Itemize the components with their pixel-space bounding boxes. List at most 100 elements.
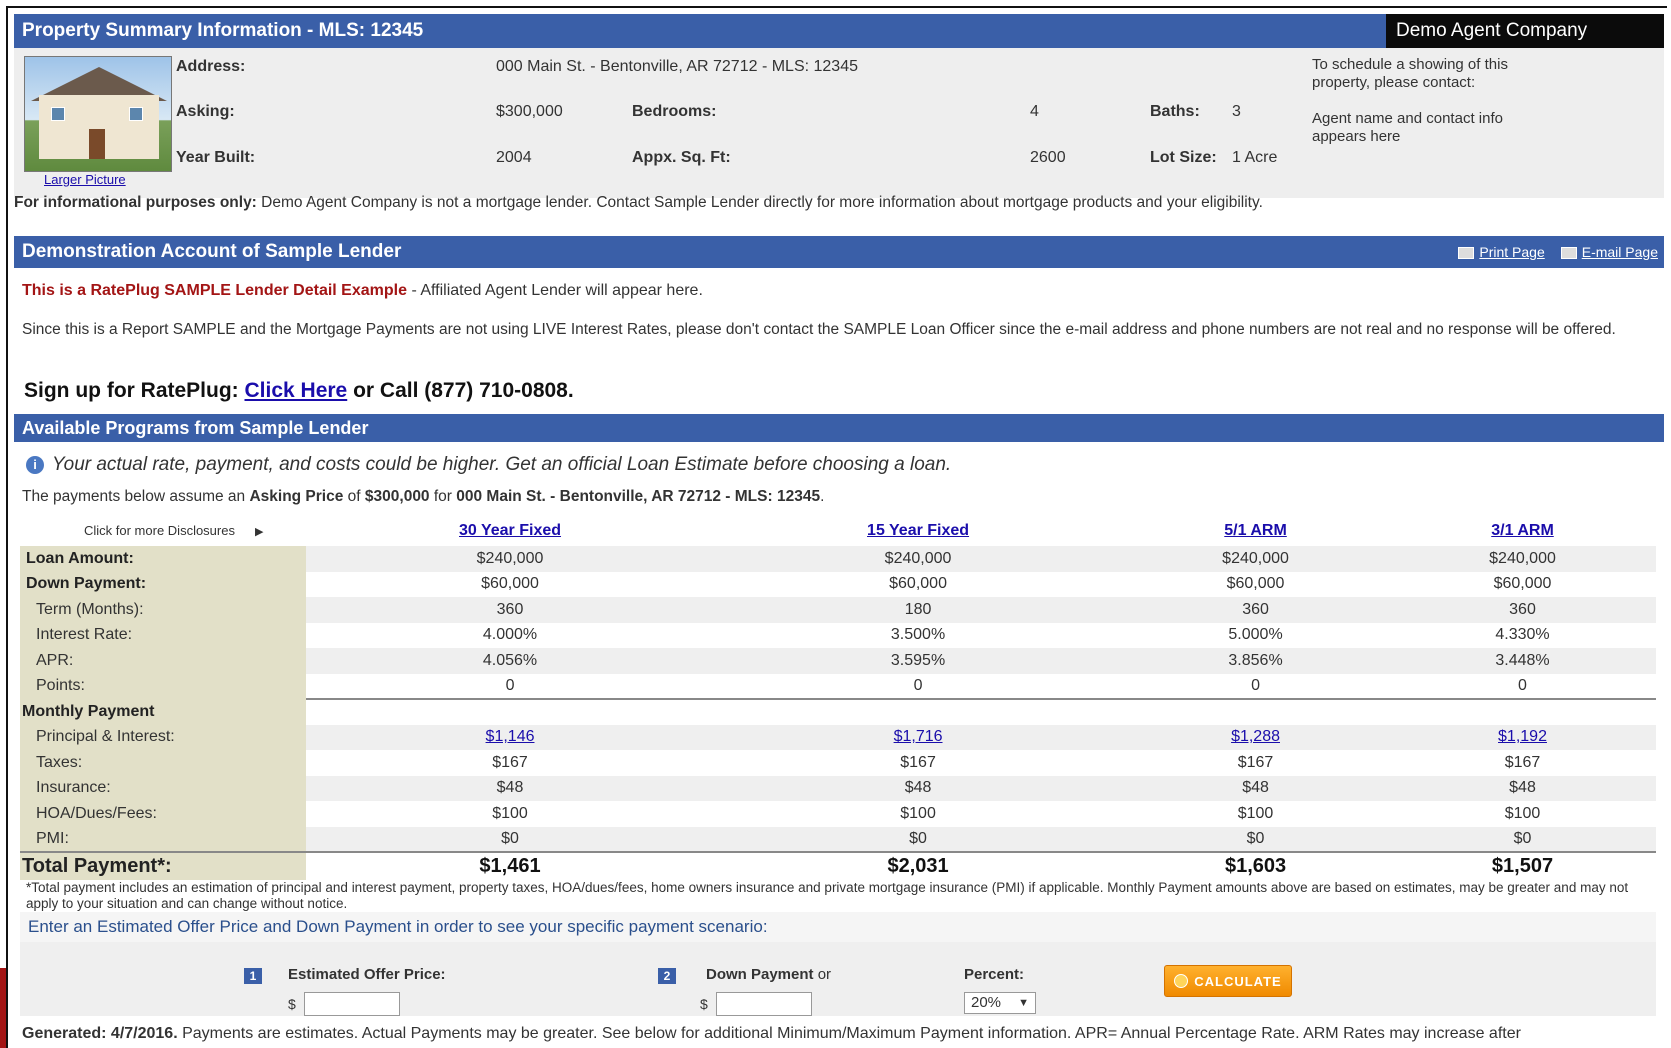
table-cell: 360 [1122,597,1390,623]
info-icon: i [26,456,44,474]
table-cell: $48 [1389,775,1656,801]
table-cell: $0 [1122,826,1390,852]
year-built-value: 2004 [496,149,532,166]
pi-link-15-year[interactable]: $1,716 [894,728,943,745]
table-cell: $48 [714,775,1123,801]
row-label: Term (Months): [20,597,306,623]
table-cell: $48 [306,775,715,801]
showing-contact: To schedule a showing of this property, … [1312,56,1552,146]
dropdown-arrow-icon: ▼ [1018,997,1029,1009]
interest-rate-row: Interest Rate: 4.000% 3.500% 5.000% 4.33… [20,622,1656,648]
table-cell: 0 [1518,676,1527,694]
table-cell: 4.056% [306,648,715,674]
agent-contact-info: Agent name and contact info appears here [1312,110,1503,145]
calculate-button[interactable]: CALCULATE [1164,965,1292,997]
table-cell: $0 [306,826,715,852]
asking-value: $300,000 [496,103,563,120]
row-label: Interest Rate: [20,622,306,648]
house-window [51,107,65,121]
row-label: Loan Amount: [20,546,306,572]
generated-date: Generated: 4/7/2016. [22,1025,178,1042]
table-cell: 0 [505,676,515,694]
offer-price-label: Estimated Offer Price: [288,966,446,983]
table-cell: $167 [900,753,936,771]
payment-calculator [20,942,1656,1016]
taxes-row: Taxes: $167 $167 $167 $167 [20,750,1656,776]
table-cell: $100 [1504,804,1541,822]
lender-title: Demonstration Account of Sample Lender [22,241,402,262]
down-payment-input[interactable] [716,992,812,1016]
table-cell: $100 [1237,804,1274,822]
house-photo[interactable] [24,56,172,172]
generated-text: Payments are estimates. Actual Payments … [177,1025,1521,1042]
principal-interest-row: Principal & Interest: $1,146 $1,716 $1,2… [20,724,1656,750]
step-1-badge: 1 [244,968,262,984]
sample-notice-text: - Affiliated Agent Lender will appear he… [407,282,703,299]
percent-select[interactable]: 20% ▼ [964,992,1036,1014]
programs-header: Available Programs from Sample Lender [14,414,1664,442]
sqft-value: 2600 [1030,149,1066,166]
baths-label: Baths: [1150,103,1200,120]
offer-price-input[interactable] [304,992,400,1016]
program-30-year-fixed-link[interactable]: 30 Year Fixed [459,522,561,539]
house-door [89,129,105,159]
programs-table: Click for more Disclosures ▶ 30 Year Fixe… [20,516,1656,880]
program-5-1-arm-link[interactable]: 5/1 ARM [1224,522,1287,539]
email-page-link[interactable]: E-mail Page [1560,244,1658,260]
bedrooms-value: 4 [1030,103,1039,120]
monthly-payment-heading-row: Monthly Payment [20,698,1656,725]
insurance-row: Insurance: $48 $48 $48 $48 [20,775,1656,801]
total-cell: $1,603 [1122,851,1390,880]
pi-link-3-1-arm[interactable]: $1,192 [1498,728,1547,745]
row-label: Principal & Interest: [20,724,306,750]
total-payment-footnote: *Total payment includes an estimation of… [26,880,1629,911]
table-cell: 4.330% [1495,626,1550,644]
pmi-row: PMI: $0 $0 $0 $0 [20,826,1656,852]
lender-header: Demonstration Account of Sample Lender P… [14,236,1664,268]
table-cell: 0 [1251,676,1260,694]
down-payment-label: Down Payment or [706,966,832,983]
program-15-year-fixed-link[interactable]: 15 Year Fixed [867,522,969,539]
disclosures-link[interactable]: Click for more Disclosures [84,523,235,538]
percent-label: Percent: [964,966,1025,983]
row-label: HOA/Dues/Fees: [20,801,306,827]
larger-picture-link[interactable]: Larger Picture [44,172,126,187]
bedrooms-label: Bedrooms: [632,103,717,120]
signup-click-here-link[interactable]: Click Here [245,379,348,402]
table-cell: 3.500% [890,626,946,644]
page-tools: Print Page E-mail Page [1458,244,1664,260]
offer-dollar-sign: $ [288,996,296,1012]
table-cell: $240,000 [714,546,1123,572]
table-cell: $60,000 [889,575,947,593]
agent-company-name: Demo Agent Company [1386,14,1664,48]
total-cell: $2,031 [714,851,1123,880]
pi-link-30-year[interactable]: $1,146 [486,728,535,745]
house-window [129,107,143,121]
loan-amount-row: Loan Amount: $240,000 $240,000 $240,000 … [20,546,1656,572]
table-cell: $100 [492,804,528,822]
property-summary-header: Property Summary Information - MLS: 1234… [14,14,1664,48]
points-row: Points: 0 0 0 0 [20,673,1656,699]
table-cell: $240,000 [1122,546,1390,572]
payment-assumption: The payments below assume an Asking Pric… [22,488,825,505]
total-payment-row: Total Payment*: $1,461 $2,031 $1,603 $1,… [20,851,1656,880]
program-3-1-arm-link[interactable]: 3/1 ARM [1491,522,1554,539]
table-cell: $60,000 [481,575,539,593]
disclosures-cell[interactable]: Click for more Disclosures ▶ [20,516,306,546]
program-header-row: Click for more Disclosures ▶ 30 Year Fixe… [20,516,1656,546]
scenario-prompt: Enter an Estimated Offer Price and Down … [20,912,1656,942]
informational-disclaimer: For informational purposes only: Demo Ag… [14,194,1263,212]
print-page-link[interactable]: Print Page [1458,244,1545,260]
lot-size-label: Lot Size: [1150,149,1217,166]
table-cell: 3.856% [1122,648,1390,674]
pi-link-5-1-arm[interactable]: $1,288 [1231,728,1280,745]
down-dollar-sign: $ [700,996,708,1012]
envelope-icon [1560,247,1577,260]
disclaimer-bold: For informational purposes only: [14,194,257,211]
row-label: Monthly Payment [20,699,306,725]
table-cell: $48 [1122,775,1390,801]
sample-warning: Since this is a Report SAMPLE and the Mo… [22,321,1616,338]
sample-notice-bold: This is a RatePlug SAMPLE Lender Detail … [22,282,407,299]
address-label: Address: [176,58,246,75]
table-cell: $0 [1389,826,1656,852]
